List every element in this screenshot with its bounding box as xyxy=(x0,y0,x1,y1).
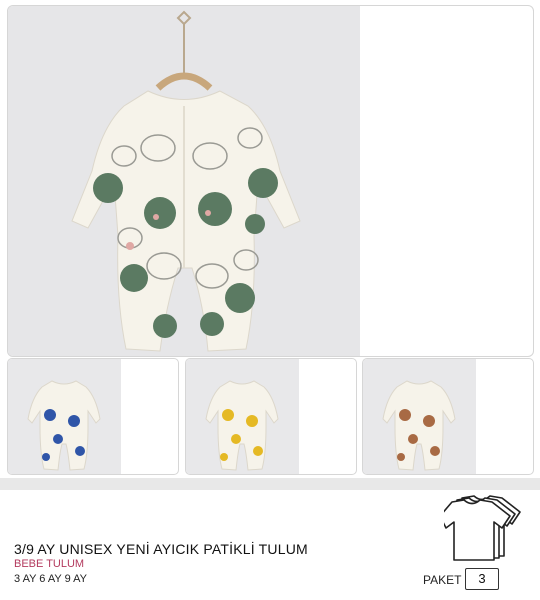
main-product-image-card[interactable] xyxy=(7,5,534,357)
product-category: BEBE TULUM xyxy=(14,558,85,570)
thumbnail-yellow-onesie[interactable] xyxy=(185,358,357,475)
thumbnail-photo xyxy=(186,359,299,474)
thumbnail-brown-onesie[interactable] xyxy=(362,358,534,475)
package-count-box: 3 xyxy=(465,568,499,590)
package-label: PAKET xyxy=(423,573,462,587)
product-sizes: 3 AY 6 AY 9 AY xyxy=(14,573,87,585)
thumbnail-photo xyxy=(8,359,121,474)
product-title: 3/9 AY UNISEX YENİ AYICIK PATİKLİ TULUM xyxy=(14,541,308,557)
onesie-illustration xyxy=(71,10,301,352)
section-divider xyxy=(0,478,540,490)
thumbnail-blue-onesie[interactable] xyxy=(7,358,179,475)
main-product-photo xyxy=(8,6,360,356)
tshirt-stack-icon xyxy=(439,494,522,569)
thumbnail-photo xyxy=(363,359,476,474)
